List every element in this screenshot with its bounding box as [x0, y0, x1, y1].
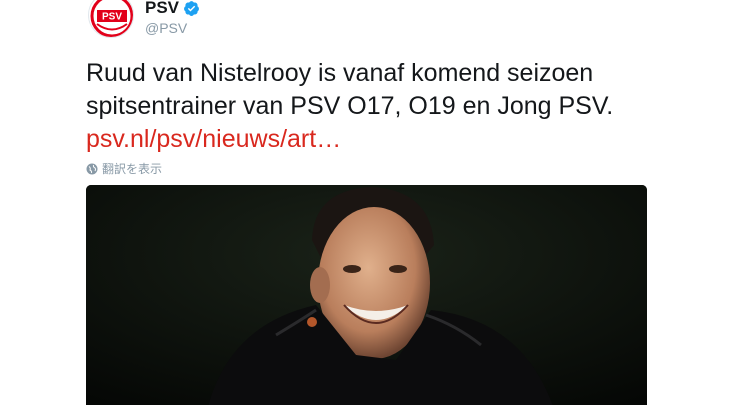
- psv-logo-icon: PSV: [90, 0, 133, 37]
- tweet-link[interactable]: psv.nl/psv/nieuws/art…: [86, 125, 341, 153]
- svg-text:PSV: PSV: [102, 12, 122, 23]
- globe-icon: [86, 163, 98, 174]
- handle[interactable]: @PSV: [145, 20, 187, 36]
- avatar[interactable]: PSV: [88, 0, 134, 38]
- tweet-text: Ruud van Nistelrooy is vanaf komend seiz…: [86, 57, 646, 156]
- photo-image: [86, 185, 647, 405]
- display-name[interactable]: PSV: [145, 0, 179, 18]
- verified-badge-icon: [184, 0, 199, 16]
- translate-label[interactable]: 翻訳を表示: [102, 160, 162, 177]
- translate-link[interactable]: 翻訳を表示: [86, 160, 162, 177]
- author-name-row[interactable]: PSV: [145, 0, 200, 18]
- tweet-media-photo[interactable]: [86, 185, 647, 405]
- tweet-body: Ruud van Nistelrooy is vanaf komend seiz…: [86, 59, 614, 120]
